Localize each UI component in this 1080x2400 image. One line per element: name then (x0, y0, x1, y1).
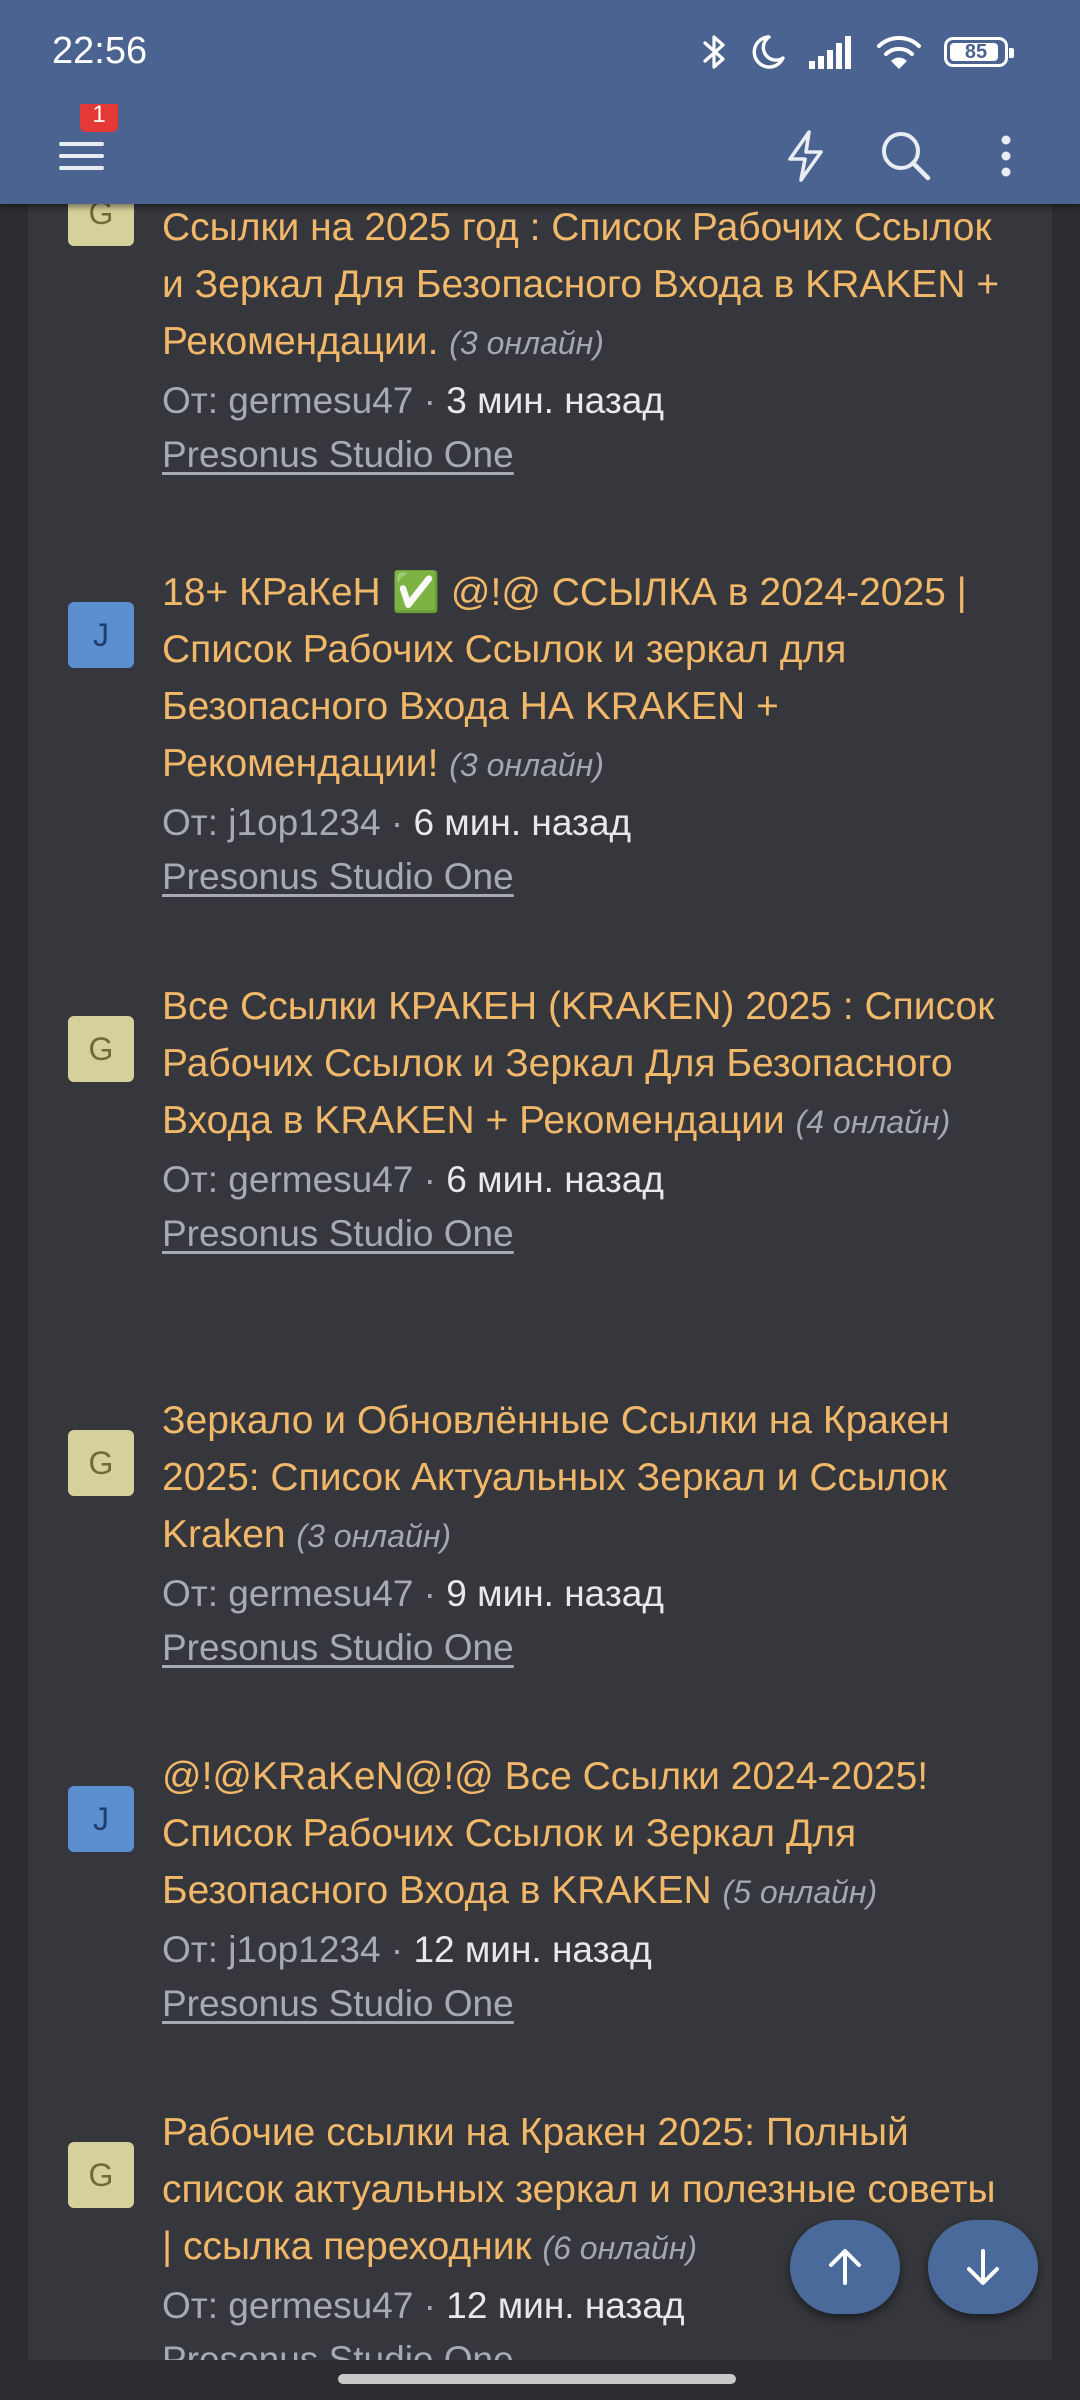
moon-icon (752, 35, 785, 69)
online-count: (6 онлайн) (542, 2230, 698, 2266)
menu-icon (59, 142, 104, 170)
post-time: 12 мин. назад (446, 2285, 685, 2326)
avatar[interactable]: G (68, 1430, 134, 1496)
author: От: germesu47 · (162, 1573, 436, 1614)
more-vertical-icon (1001, 135, 1011, 177)
forum-link[interactable]: Presonus Studio One (162, 1622, 514, 1674)
scroll-down-button[interactable] (928, 2220, 1038, 2314)
topic-meta: От: j1op1234 · 12 мин. назад (162, 1922, 1012, 1978)
author: От: j1op1234 · (162, 1929, 404, 1970)
search-icon (882, 132, 931, 181)
arrow-down-icon (967, 2249, 999, 2285)
avatar[interactable]: J (68, 1786, 134, 1852)
arrow-up-icon (829, 2249, 861, 2285)
menu-button[interactable]: 1 (56, 98, 118, 184)
avatar[interactable]: J (68, 602, 134, 668)
topic-title[interactable]: Все Ссылки КРАКЕН (KRAKEN) 2025 : Список… (162, 978, 1012, 1151)
avatar[interactable]: G (68, 2142, 134, 2208)
post-time: 9 мин. назад (446, 1573, 664, 1614)
author: От: j1op1234 · (162, 802, 404, 843)
app-toolbar: 1 (0, 98, 1080, 204)
forum-link[interactable]: Presonus Studio One (162, 1978, 514, 2030)
online-count: (4 онлайн) (795, 1104, 951, 1140)
topic-meta: От: j1op1234 · 6 мин. назад (162, 795, 1012, 851)
post-time: 6 мин. назад (446, 1159, 664, 1200)
online-count: (3 онлайн) (449, 747, 604, 783)
forum-link[interactable]: Presonus Studio One (162, 1208, 514, 1260)
topic-title-text[interactable]: Зеркало и Обновлённые Ссылки на Кракен 2… (162, 1399, 950, 1556)
topic-title[interactable]: @!@KRaKeN@!@ Все Ссылки 2024-2025! Списо… (162, 1748, 1012, 1921)
topic-title[interactable]: Зеркало и Обновлённые Ссылки на Кракен 2… (162, 1392, 1012, 1565)
wifi-icon (877, 36, 921, 69)
battery-icon: 85 (944, 37, 1014, 67)
author: От: germesu47 · (162, 1159, 436, 1200)
home-indicator[interactable] (338, 2374, 736, 2384)
search-button[interactable] (876, 126, 936, 186)
clock: 22:56 (52, 30, 148, 72)
forum-link[interactable]: Presonus Studio One (162, 851, 514, 903)
scroll-up-button[interactable] (790, 2220, 900, 2314)
topic-title[interactable]: 18+ КРаКеН ✅ @!@ ССЫЛКА в 2024-2025 | Сп… (162, 564, 1012, 794)
status-icons: 85 (702, 30, 1014, 74)
post-time: 6 мин. назад (413, 802, 632, 843)
post-time: 3 мин. назад (446, 380, 664, 421)
online-count: (3 онлайн) (449, 325, 604, 361)
topic-meta: От: germesu47 · 9 мин. назад (162, 1566, 1012, 1622)
activity-button[interactable] (776, 126, 836, 186)
battery-level: 85 (964, 40, 988, 63)
signal-icon (809, 36, 851, 69)
forum-link[interactable]: Presonus Studio One (162, 429, 514, 481)
author: От: germesu47 · (162, 380, 436, 421)
topic-meta: От: germesu47 · 3 мин. назад (162, 373, 1012, 429)
more-options-button[interactable] (976, 126, 1036, 186)
gesture-nav-bar (0, 2360, 1080, 2400)
online-count: (3 онлайн) (296, 1518, 452, 1554)
lightning-icon (788, 130, 823, 182)
author: От: germesu47 · (162, 2285, 436, 2326)
bluetooth-icon (703, 35, 725, 69)
topic-meta: От: germesu47 · 6 мин. назад (162, 1152, 1012, 1208)
online-count: (5 онлайн) (722, 1874, 878, 1910)
avatar[interactable]: G (68, 1016, 134, 1082)
status-bar: 22:56 85 (0, 0, 1080, 104)
post-time: 12 мин. назад (413, 1929, 652, 1970)
